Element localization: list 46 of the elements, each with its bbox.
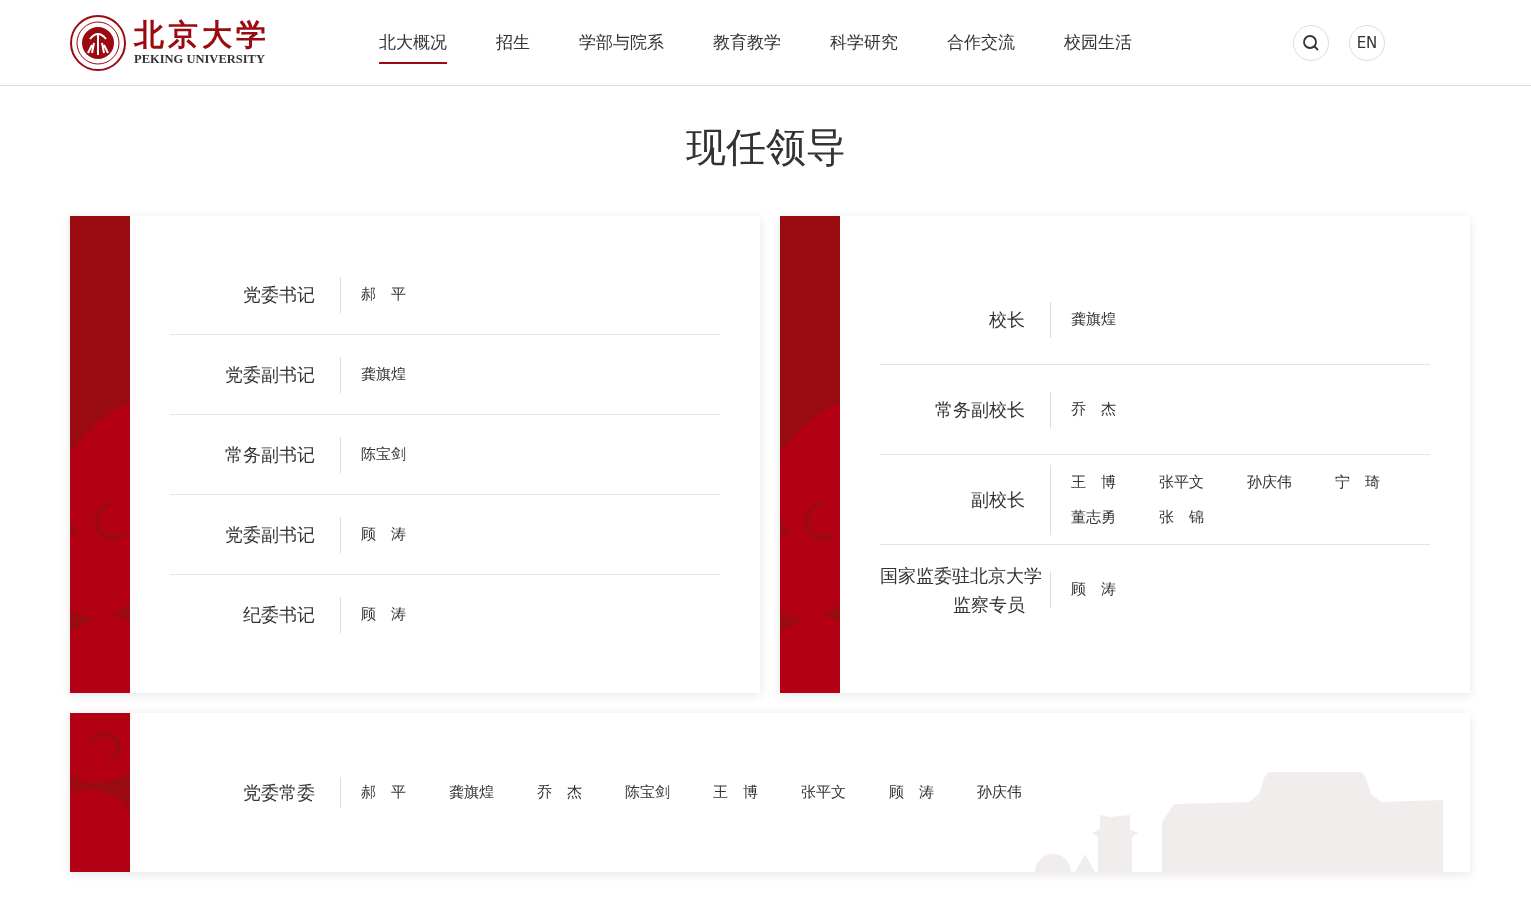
leader-name: 顾 涛: [361, 524, 407, 545]
leader-name: 陈宝剑: [625, 783, 671, 802]
leader-name: 王 博: [713, 783, 759, 802]
nav-tab[interactable]: 科学研究: [830, 21, 898, 64]
leader-name: 张平文: [1159, 472, 1205, 492]
position-title: 纪委书记: [242, 603, 316, 627]
leader-name: 龚旗煌: [1071, 309, 1117, 330]
search-button[interactable]: [1293, 24, 1329, 61]
leader-name: 张平文: [801, 783, 847, 802]
leader-name: 董志勇: [1071, 507, 1117, 527]
leader-name: 宁 琦: [1335, 472, 1381, 492]
position-title: 常务副校长: [934, 398, 1026, 422]
nav-tab[interactable]: 校园生活: [1064, 21, 1132, 64]
leader-name: 顾 涛: [889, 783, 935, 802]
leader-name: 陈宝剑: [361, 444, 407, 465]
leader-name: 乔 杰: [1071, 399, 1117, 420]
logo-chinese-name: 北京大学: [134, 18, 270, 52]
leader-name: 张 锦: [1159, 507, 1205, 527]
leader-name: 孙庆伟: [1247, 472, 1293, 492]
leader-name: 顾 涛: [361, 604, 407, 625]
leader-name: 顾 涛: [1071, 579, 1117, 600]
search-icon: [1302, 33, 1320, 52]
language-button[interactable]: EN: [1349, 24, 1385, 61]
university-seal-icon: [70, 14, 126, 71]
leader-name: 乔 杰: [537, 783, 583, 802]
leader-name: 郝 平: [361, 783, 407, 802]
position-title: 党委书记: [242, 283, 316, 307]
leader-name: 龚旗煌: [361, 364, 407, 385]
position-title: 国家监委驻北京大学监察专员: [880, 563, 1043, 617]
position-title: 党委副书记: [224, 523, 316, 547]
leader-name: 孙庆伟: [977, 783, 1023, 802]
position-title: 校长: [988, 308, 1026, 332]
nav-tab[interactable]: 教育教学: [713, 21, 781, 64]
logo-english-name: PEKING UNIVERSITY: [134, 52, 266, 67]
nav-tab[interactable]: 合作交流: [947, 21, 1015, 64]
leader-name: 王 博: [1071, 472, 1117, 492]
leader-name: 龚旗煌: [449, 783, 495, 802]
nav-tab[interactable]: 北大概况: [379, 21, 447, 64]
position-title: 党委副书记: [224, 363, 316, 387]
position-title: 常务副书记: [224, 443, 316, 467]
nav-tab[interactable]: 招生: [496, 21, 530, 64]
page-title: 现任领导: [684, 123, 847, 172]
nav-tab[interactable]: 学部与院系: [579, 21, 664, 64]
position-title: 副校长: [970, 488, 1026, 512]
position-title: 党委常委: [242, 781, 316, 805]
leader-name: 郝 平: [361, 284, 407, 305]
